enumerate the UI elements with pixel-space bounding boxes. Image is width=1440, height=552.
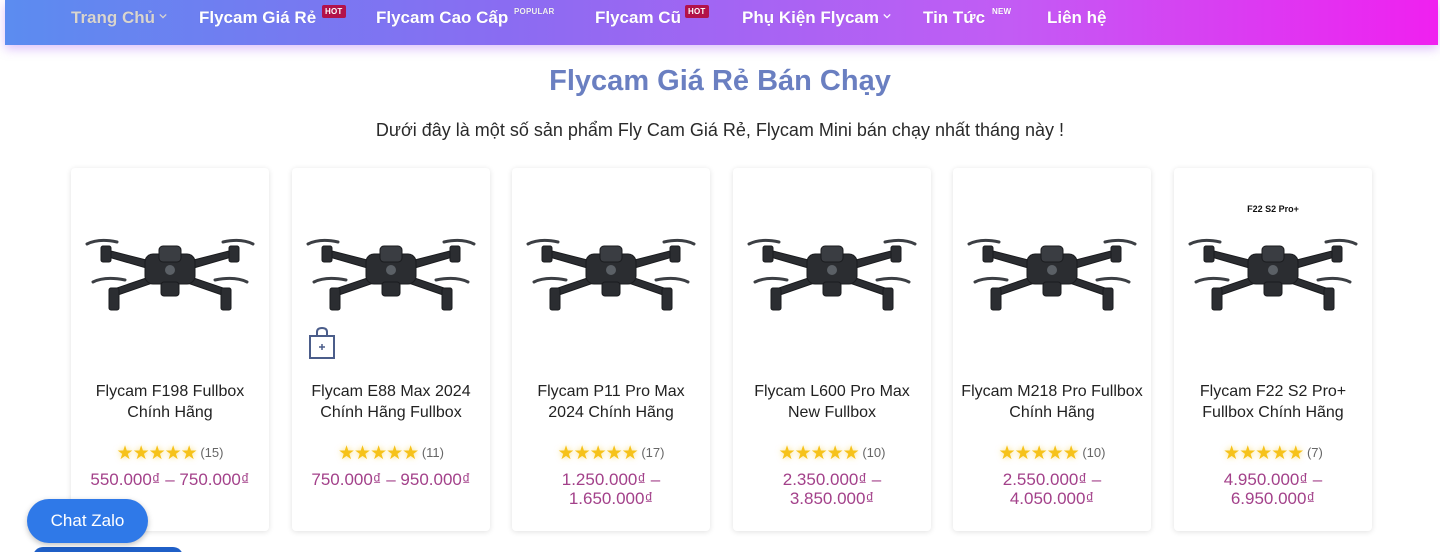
product-card[interactable]: F22 S2 Pro+ Flycam F22 S2 Pro+ Fullbox C… (1174, 168, 1372, 531)
chevron-down-icon (883, 13, 891, 19)
nav-item-label: Flycam Giá Rẻ (199, 8, 317, 27)
drone-image[interactable] (520, 178, 702, 348)
product-price: 550.000₫ – 750.000₫ (90, 470, 250, 489)
product-name[interactable]: Flycam M218 Pro Fullbox Chính Hãng (961, 381, 1143, 423)
review-count: (11) (421, 445, 444, 460)
star-rating-icon: ★★★★★ (998, 443, 1080, 464)
product-card[interactable]: Flycam L600 Pro Max New Fullbox ★★★★★ (1… (733, 168, 931, 531)
chat-button-shadow (33, 547, 183, 552)
nav-item-contact[interactable]: Liên hệ (1047, 6, 1107, 30)
nav-item-label: Flycam Cao Cấp (376, 8, 509, 27)
product-price: 4.950.000₫ – 6.950.000₫ (1223, 470, 1323, 508)
review-count: (7) (1306, 445, 1323, 460)
nav-item-home[interactable]: Trang Chủ (71, 6, 167, 30)
star-rating-icon: ★★★★★ (778, 443, 860, 464)
product-price: 2.550.000₫ – 4.050.000₫ (1002, 470, 1102, 508)
nav-item-label: Tin Tức (923, 8, 986, 27)
drone-image[interactable] (961, 178, 1143, 348)
product-name[interactable]: Flycam E88 Max 2024 Chính Hãng Fullbox (300, 381, 482, 423)
nav-item-accessories[interactable]: Phụ Kiện Flycam (742, 6, 891, 30)
review-count: (10) (862, 445, 886, 460)
section-subtitle: Dưới đây là một số sản phẩm Fly Cam Giá … (375, 120, 1065, 140)
product-card[interactable]: Flycam F198 Fullbox Chính Hãng ★★★★★ (15… (71, 168, 269, 531)
drone-image[interactable] (741, 178, 923, 348)
nav-item-label: Liên hệ (1047, 8, 1107, 27)
nav-item-used-flycam[interactable]: Flycam Cũ HOT (595, 5, 709, 30)
product-price: 750.000₫ – 950.000₫ (311, 470, 471, 489)
product-name[interactable]: Flycam L600 Pro Max New Fullbox (741, 381, 923, 423)
popular-badge: POPULAR (514, 7, 555, 16)
drone-image[interactable] (79, 178, 261, 348)
nav-item-label: Phụ Kiện Flycam (742, 8, 879, 27)
drone-image[interactable] (1182, 178, 1364, 348)
review-count: (17) (641, 445, 665, 460)
hot-badge: HOT (685, 5, 709, 18)
product-name[interactable]: Flycam P11 Pro Max 2024 Chính Hãng (520, 381, 702, 423)
nav-item-news[interactable]: Tin Tức NEW (923, 6, 1011, 30)
product-card[interactable]: Flycam P11 Pro Max 2024 Chính Hãng ★★★★★… (512, 168, 710, 531)
product-rating: ★★★★★ (17) (512, 443, 710, 464)
drone-image[interactable] (300, 178, 482, 348)
chevron-down-icon (159, 13, 167, 19)
product-card[interactable]: Flycam M218 Pro Fullbox Chính Hãng ★★★★★… (953, 168, 1151, 531)
review-count: (10) (1082, 445, 1106, 460)
product-rating: ★★★★★ (10) (733, 443, 931, 464)
product-price: 2.350.000₫ – 3.850.000₫ (782, 470, 882, 508)
nav-item-cheap-flycam[interactable]: Flycam Giá Rẻ HOT (199, 5, 346, 30)
new-badge: NEW (992, 7, 1012, 16)
hot-badge: HOT (322, 5, 346, 18)
product-rating: ★★★★★ (15) (71, 443, 269, 464)
main-nav: Trang Chủ Flycam Giá Rẻ HOT Flycam Cao C… (5, 0, 1438, 45)
nav-item-premium-flycam[interactable]: Flycam Cao Cấp POPULAR (376, 6, 554, 30)
product-rating: ★★★★★ (7) (1174, 443, 1372, 464)
product-price: 1.250.000₫ – 1.650.000₫ (561, 470, 661, 508)
product-card[interactable]: Flycam E88 Max 2024 Chính Hãng Fullbox ★… (292, 168, 490, 531)
star-rating-icon: ★★★★★ (1223, 443, 1304, 464)
product-name[interactable]: Flycam F198 Fullbox Chính Hãng (79, 381, 261, 423)
section-title: Flycam Giá Rẻ Bán Chạy (549, 65, 891, 97)
chat-zalo-button[interactable]: Chat Zalo (27, 499, 148, 543)
product-rating: ★★★★★ (10) (953, 443, 1151, 464)
star-rating-icon: ★★★★★ (557, 443, 639, 464)
nav-item-label: Flycam Cũ (595, 8, 681, 27)
review-count: (15) (200, 445, 224, 460)
product-rating: ★★★★★ (11) (292, 443, 490, 464)
star-rating-icon: ★★★★★ (116, 443, 198, 464)
product-name[interactable]: Flycam F22 S2 Pro+ Fullbox Chính Hãng (1182, 381, 1364, 423)
star-rating-icon: ★★★★★ (338, 443, 419, 464)
nav-item-label: Trang Chủ (71, 8, 156, 27)
shopping-bag-icon[interactable] (308, 326, 336, 360)
